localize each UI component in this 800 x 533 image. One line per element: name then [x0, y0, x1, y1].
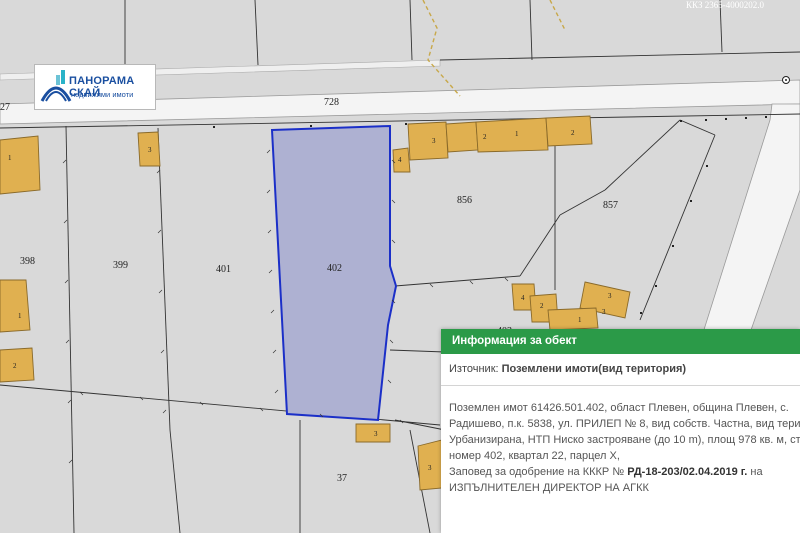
svg-text:3: 3 — [432, 137, 436, 145]
info-line-last: ИЗПЪЛНИТЕЛЕН ДИРЕКТОР НА АГКК — [449, 482, 649, 494]
svg-text:3: 3 — [148, 146, 152, 154]
source-value: Поземлени имоти(вид територия) — [501, 363, 687, 375]
svg-text:1: 1 — [515, 130, 519, 138]
parcel-label-401: 401 — [216, 264, 231, 275]
parcel-label-37: 37 — [337, 473, 347, 484]
parcel-label-402: 402 — [327, 263, 342, 274]
parcel-label-398: 398 — [20, 256, 35, 267]
svg-text:2: 2 — [540, 302, 544, 310]
svg-text:2: 2 — [571, 129, 575, 137]
svg-text:4: 4 — [521, 294, 525, 302]
info-body: Поземлен имот 61426.501.402, област Плев… — [441, 386, 800, 496]
parcel-label-856: 856 — [457, 195, 472, 206]
info-line: номер 402, квартал 22, парцел X, — [449, 450, 620, 462]
road-label: 728 — [324, 97, 339, 108]
logo-subtitle: недвижими имоти — [71, 90, 134, 99]
parcel-label-857: 857 — [603, 200, 618, 211]
parcel-label-399: 399 — [113, 260, 128, 271]
svg-text:3: 3 — [428, 464, 432, 472]
svg-text:3: 3 — [602, 308, 606, 316]
info-line: Урбанизирана, НТП Ниско застрояване (до … — [449, 434, 800, 446]
order-line: Заповед за одобрение на КККР № РД-18-203… — [449, 464, 800, 480]
svg-text:3: 3 — [374, 430, 378, 438]
order-suffix: на — [750, 466, 763, 478]
info-panel: Информация за обект Източник: Поземлени … — [441, 329, 800, 533]
order-value: РД-18-203/02.04.2019 г. — [627, 466, 748, 478]
top-right-label: ККЗ 2365-4000202.0 — [686, 0, 765, 10]
info-source: Източник: Поземлени имоти(вид територия) — [441, 354, 800, 381]
info-line: Поземлен имот 61426.501.402, област Плев… — [449, 402, 789, 414]
svg-text:1: 1 — [18, 312, 22, 320]
svg-text:1: 1 — [578, 316, 582, 324]
source-label: Източник: — [449, 363, 499, 375]
info-panel-header: Информация за обект — [441, 329, 800, 354]
svg-text:2: 2 — [483, 133, 487, 141]
survey-marker-icon — [782, 76, 790, 84]
info-line: Радишево, п.к. 5838, ул. ПРИЛЕП № 8, вид… — [449, 418, 800, 430]
logo-arch-icon — [40, 70, 72, 102]
company-logo: ПАНОРАМА СКАЙ недвижими имоти — [34, 64, 156, 110]
road-label-left: 27 — [0, 102, 10, 113]
svg-text:3: 3 — [608, 292, 612, 300]
svg-text:1: 1 — [8, 154, 12, 162]
svg-text:4: 4 — [398, 156, 402, 164]
svg-text:2: 2 — [13, 362, 17, 370]
order-prefix: Заповед за одобрение на КККР № — [449, 466, 625, 478]
